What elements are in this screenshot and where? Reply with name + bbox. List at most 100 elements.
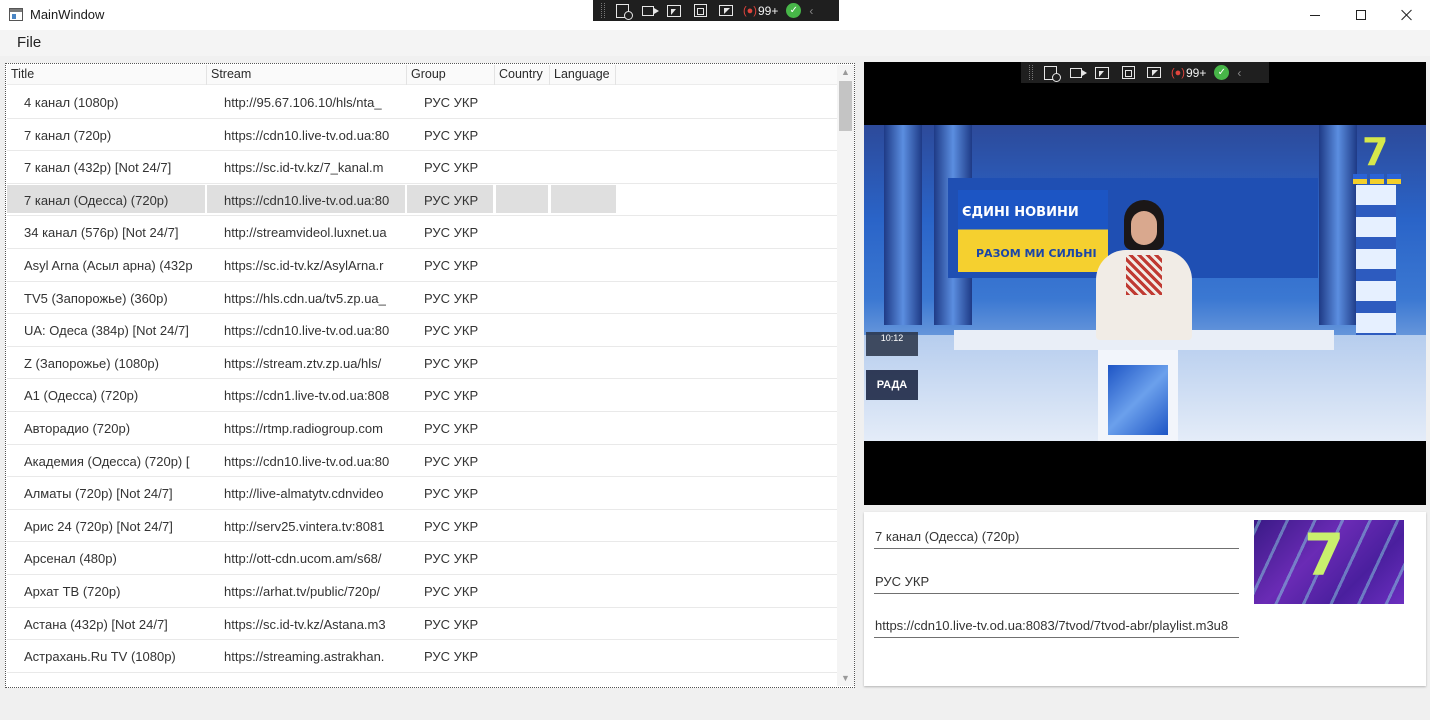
screen-capture-icon[interactable] [1145, 65, 1163, 80]
chevron-left-icon[interactable]: ‹ [1237, 66, 1241, 80]
video-frame: ЄДИНІ НОВИНИ РАЗОМ МИ СИЛЬНІ 10:12 РАДА … [864, 125, 1426, 441]
cell-stream: http://live-almatytv.cdnvideo [224, 486, 384, 502]
recording-icon: (●) [743, 4, 757, 17]
cell-title: Академия (Одесса) (720p) [ [24, 453, 190, 469]
table-row[interactable]: 4 канал (1080p) http://95.67.106.10/hls/n… [7, 86, 837, 119]
channel-tag: РАДА [866, 370, 918, 400]
table-row[interactable]: Авторадио (720p) https://rtmp.radiogroup.… [7, 412, 837, 445]
status-bar [0, 696, 1430, 720]
chevron-left-icon[interactable]: ‹ [809, 4, 813, 18]
cell-title: UA: Одеса (384p) [Not 24/7] [24, 323, 189, 339]
table-row[interactable]: Арис 24 (720p) [Not 24/7] http://serv25.v… [7, 510, 837, 543]
cell-group: РУС УКР [424, 453, 479, 469]
recording-icon: (●) [1171, 66, 1185, 79]
table-row[interactable]: Z (Запорожье) (1080p) https://stream.ztv.… [7, 347, 837, 380]
maximize-icon [1356, 10, 1366, 20]
selected-cell-highlight [551, 184, 616, 213]
cell-group: РУС УКР [424, 257, 479, 273]
cell-group: РУС УКР [424, 192, 479, 208]
table-row[interactable]: UA: Одеса (384p) [Not 24/7] https://cdn10… [7, 314, 837, 347]
menu-file[interactable]: File [17, 34, 41, 51]
column-header-stream[interactable]: Stream [207, 65, 407, 85]
window-select-icon[interactable] [1093, 65, 1111, 80]
podium-screen [1108, 365, 1168, 435]
cell-stream: https://rtmp.radiogroup.com [224, 420, 383, 436]
video-camera-icon[interactable] [1067, 65, 1087, 80]
screen-capture-icon[interactable] [717, 3, 735, 18]
cell-title: Авторадио (720p) [24, 420, 131, 436]
cell-title: Asyl Arna (Асыл арна) (432p [24, 257, 193, 273]
column-header-title[interactable]: Title [7, 65, 207, 85]
close-button[interactable] [1384, 0, 1430, 30]
table-row[interactable]: Астана (432p) [Not 24/7] https://sc.id-tv… [7, 608, 837, 641]
channel-details-panel: 7 канал (Одесса) (720p) РУС УКР https://… [864, 512, 1426, 686]
table-row[interactable]: 7 канал (432p) [Not 24/7] https://sc.id-t… [7, 151, 837, 184]
table-row[interactable]: Астрахань.Ru TV (1080p) https://streaming… [7, 640, 837, 673]
scroll-up-icon[interactable]: ▲ [837, 65, 854, 80]
cell-stream: https://hls.cdn.ua/tv5.zp.ua_ [224, 290, 386, 306]
document-settings-icon[interactable] [613, 3, 633, 20]
document-settings-icon[interactable] [1041, 65, 1061, 82]
check-icon[interactable]: ✓ [786, 3, 802, 18]
menu-bar: File [0, 30, 1430, 56]
cell-group: РУС УКР [424, 225, 479, 241]
table-row[interactable]: Академия (Одесса) (720p) [ https://cdn10.… [7, 445, 837, 478]
window-select-icon[interactable] [665, 3, 683, 18]
cell-stream: http://ott-cdn.ucom.am/s68/ [224, 551, 382, 567]
table-row[interactable]: Арсенал (480p) http://ott-cdn.ucom.am/s68… [7, 542, 837, 575]
table-row[interactable]: TV5 (Запорожье) (360p) https://hls.cdn.ua… [7, 282, 837, 315]
embroidered-shirt [1126, 255, 1162, 295]
close-icon [1401, 9, 1413, 21]
cell-title: Астрахань.Ru TV (1080p) [24, 649, 176, 665]
table-row[interactable]: 34 канал (576p) [Not 24/7] http://streamv… [7, 216, 837, 249]
cell-stream: http://serv25.vintera.tv:8081 [224, 518, 385, 534]
cell-group: РУС УКР [424, 127, 479, 143]
cell-group: РУС УКР [424, 649, 479, 665]
cell-group: РУС УКР [424, 518, 479, 534]
cell-stream: https://cdn1.live-tv.od.ua:808 [224, 388, 389, 404]
region-select-icon[interactable] [1119, 65, 1137, 80]
table-row[interactable]: 7 канал (Одесса) (720p) https://cdn10.liv… [7, 184, 837, 217]
channel-grid[interactable]: Title Stream Group Country Language 4 ка… [7, 65, 837, 686]
cell-title: 4 канал (1080p) [24, 95, 119, 110]
studio-panel [884, 125, 922, 325]
table-row[interactable]: А1 (Одесса) (720p) https://cdn1.live-tv.o… [7, 379, 837, 412]
grid-header: Title Stream Group Country Language [7, 65, 837, 85]
toolbar-grip[interactable] [601, 3, 605, 18]
cell-group: РУС УКР [424, 420, 479, 436]
table-row[interactable]: 7 канал (720p) https://cdn10.live-tv.od.u… [7, 119, 837, 152]
table-row[interactable]: Архат ТВ (720p) https://arhat.tv/public/7… [7, 575, 837, 608]
scroll-down-icon[interactable]: ▼ [837, 671, 854, 686]
notification-badge[interactable]: (●) 99+ [743, 4, 778, 18]
column-header-language[interactable]: Language [550, 65, 616, 85]
toolbar-grip[interactable] [1029, 65, 1033, 80]
table-row[interactable]: Алматы (720p) [Not 24/7] http://live-alma… [7, 477, 837, 510]
cell-title: Арис 24 (720p) [Not 24/7] [24, 518, 173, 534]
cell-group: РУС УКР [424, 290, 479, 306]
cell-title: 7 канал (720p) [24, 127, 112, 143]
cell-title: Алматы (720p) [Not 24/7] [24, 486, 173, 502]
cell-stream: https://cdn10.live-tv.od.ua:80 [224, 453, 389, 469]
region-select-icon[interactable] [691, 3, 709, 18]
minimize-button[interactable] [1292, 0, 1338, 30]
column-header-country[interactable]: Country [495, 65, 550, 85]
channel-thumbnail: 7 [1254, 520, 1404, 604]
table-row[interactable]: Asyl Arna (Асыл арна) (432p https://sc.id… [7, 249, 837, 282]
channel-group-field[interactable]: РУС УКР [874, 570, 1239, 594]
channel-url-field[interactable]: https://cdn10.live-tv.od.ua:8083/7tvod/7… [874, 614, 1239, 638]
badge-count: 99+ [757, 3, 779, 18]
scroll-thumb[interactable] [839, 81, 852, 131]
video-camera-icon[interactable] [639, 3, 659, 18]
notification-badge[interactable]: (●) 99+ [1171, 66, 1206, 80]
cell-stream: https://sc.id-tv.kz/Astana.m3 [224, 616, 386, 632]
maximize-button[interactable] [1338, 0, 1384, 30]
check-icon[interactable]: ✓ [1214, 65, 1230, 80]
video-player[interactable]: ЄДИНІ НОВИНИ РАЗОМ МИ СИЛЬНІ 10:12 РАДА … [864, 62, 1426, 505]
grid-scrollbar[interactable]: ▲ ▼ [837, 65, 854, 686]
capture-toolbar: (●) 99+ ✓ ‹ [593, 0, 839, 21]
channel-logo: 7 [1350, 130, 1414, 200]
channel-name-field[interactable]: 7 канал (Одесса) (720p) [874, 525, 1239, 549]
video-capture-toolbar: (●) 99+ ✓ ‹ [1021, 62, 1269, 83]
grid-rows: 4 канал (1080p) http://95.67.106.10/hls/n… [7, 86, 837, 673]
column-header-group[interactable]: Group [407, 65, 495, 85]
